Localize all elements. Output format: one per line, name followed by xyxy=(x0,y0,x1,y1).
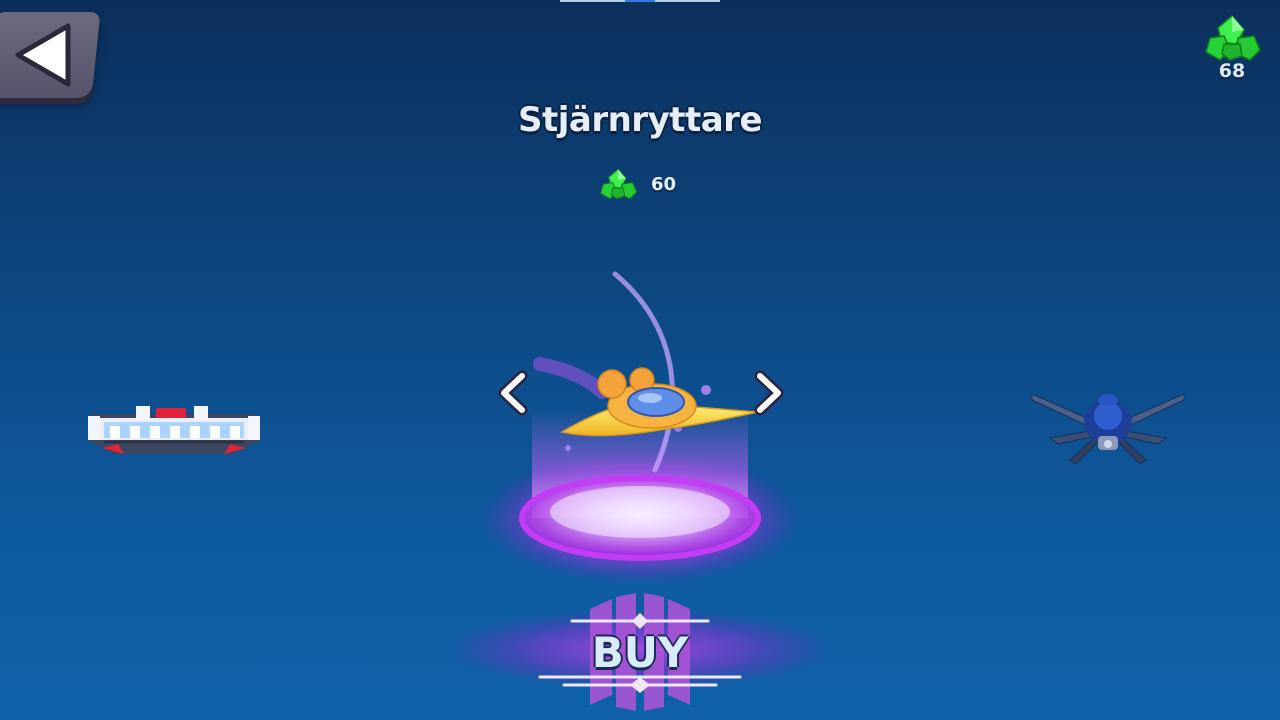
next-item-button[interactable] xyxy=(752,370,786,420)
item-price-amount: 60 xyxy=(651,173,677,195)
previous-item-button[interactable] xyxy=(496,370,530,420)
gem-balance-amount: 68 xyxy=(1218,60,1246,82)
green-gem-icon xyxy=(1205,14,1261,61)
gem-balance: 68 xyxy=(1200,14,1264,82)
green-gem-icon xyxy=(600,168,638,200)
previous-ship-preview[interactable] xyxy=(84,400,264,464)
page-indicator xyxy=(560,0,720,2)
page-indicator-segment xyxy=(560,0,625,2)
page-indicator-segment xyxy=(655,0,720,2)
chevron-left-icon xyxy=(498,370,528,416)
item-price: 60 xyxy=(597,168,676,200)
buy-button-label: BUY xyxy=(591,628,689,677)
ship-icon xyxy=(88,406,260,454)
back-button[interactable] xyxy=(0,12,101,98)
buy-button[interactable]: BUY xyxy=(440,585,840,720)
page-indicator-active-segment xyxy=(625,0,655,2)
ship-icon xyxy=(1031,393,1185,465)
chevron-right-icon xyxy=(754,370,784,416)
ship-on-pedestal xyxy=(480,271,800,584)
next-ship-preview[interactable] xyxy=(1030,386,1186,470)
item-title: Stjärnryttare xyxy=(517,100,763,140)
back-arrow-icon xyxy=(15,23,71,87)
item-showcase-pedestal xyxy=(470,260,810,590)
